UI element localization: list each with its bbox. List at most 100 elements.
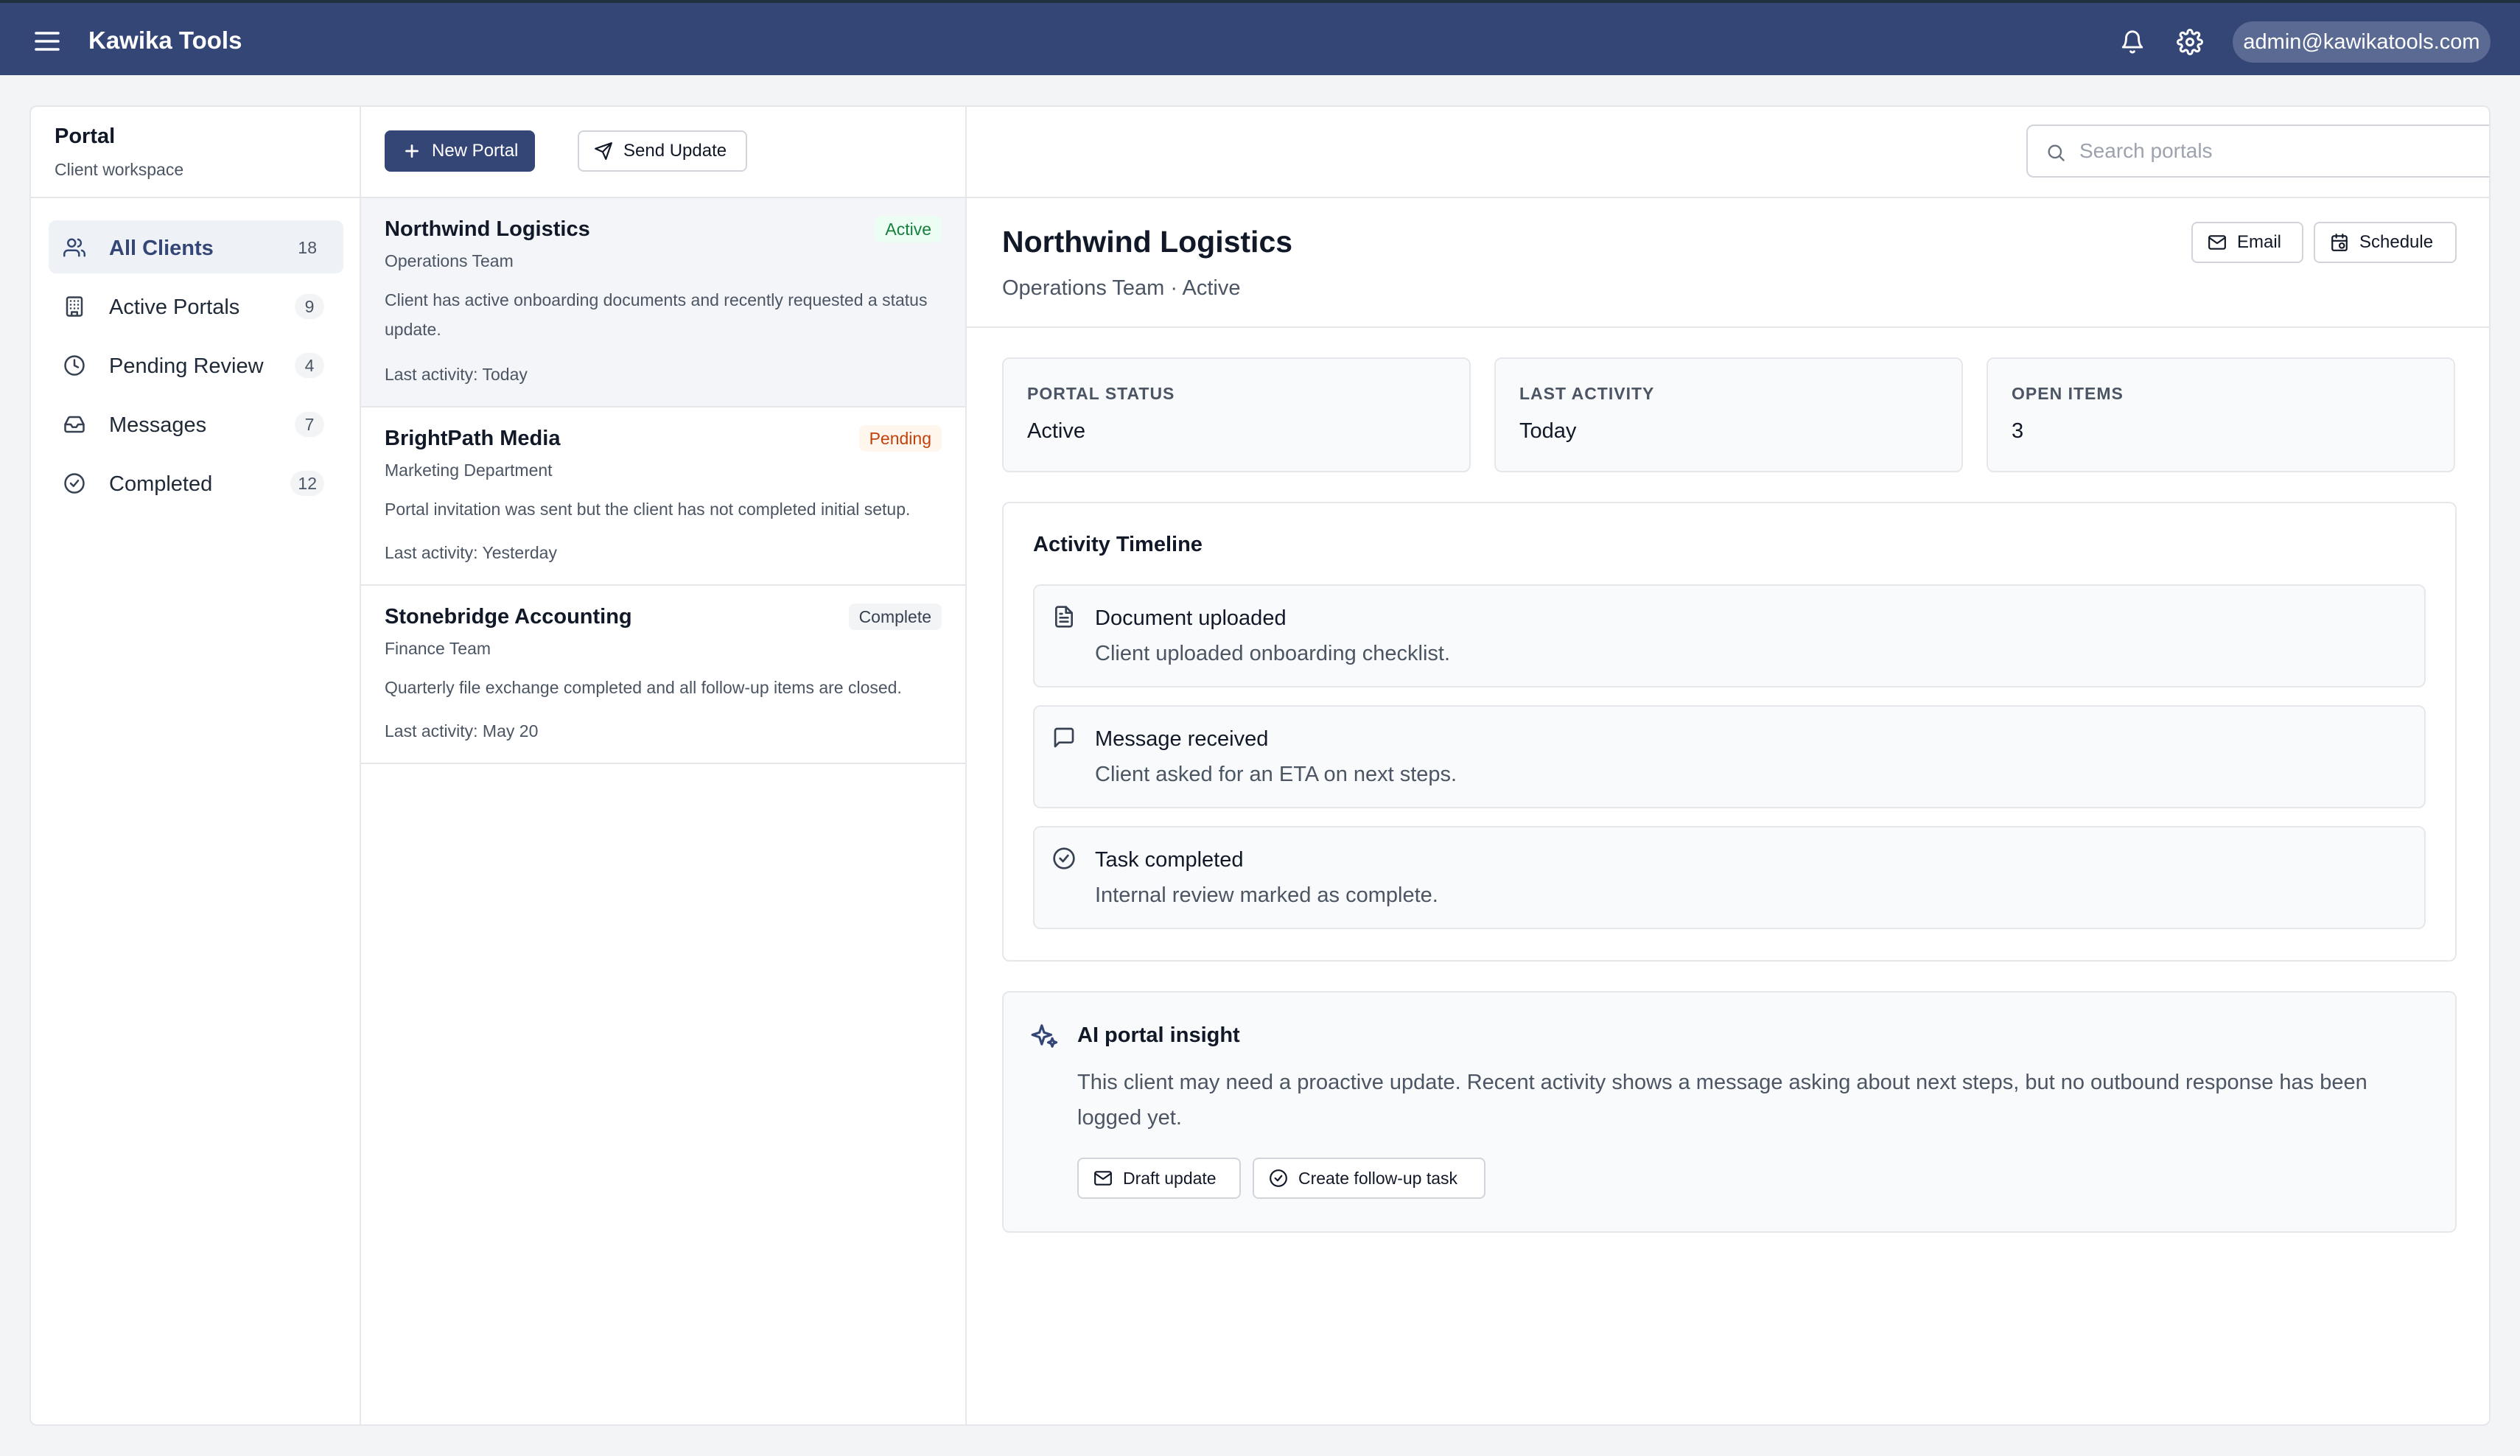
stat-value: 3 xyxy=(2012,419,2024,443)
search-box xyxy=(2026,125,2489,178)
detail-header: Northwind Logistics Operations Team · Ac… xyxy=(967,198,2489,328)
check-circle-icon xyxy=(1270,1169,1287,1187)
draft-update-button[interactable]: Draft update xyxy=(1077,1158,1241,1199)
email-label: Email xyxy=(2237,232,2282,252)
timeline-item-description: Client asked for an ETA on next steps. xyxy=(1095,763,1457,786)
client-card-stonebridge[interactable]: Stonebridge Accounting Complete Finance … xyxy=(361,586,965,764)
stat-label: OPEN ITEMS xyxy=(2012,384,2124,403)
sidebar-header: Portal Client workspace xyxy=(31,107,360,198)
inbox-icon xyxy=(64,416,85,433)
sidebar-item-label: Pending Review xyxy=(109,354,264,378)
client-card-brightpath[interactable]: BrightPath Media Pending Marketing Depar… xyxy=(361,407,965,586)
timeline-item-title: Document uploaded xyxy=(1095,606,1287,630)
sidebar-item-label: Active Portals xyxy=(109,295,240,319)
status-badge: Pending xyxy=(858,425,942,452)
building-icon xyxy=(66,296,83,317)
check-circle-icon xyxy=(64,473,85,494)
mail-icon xyxy=(2208,235,2226,250)
check-circle-icon xyxy=(1053,847,1075,869)
insight-text: This client may need a proactive update.… xyxy=(1077,1071,2367,1130)
sidebar-item-count: 18 xyxy=(298,237,317,257)
sidebar-item-completed[interactable]: Completed 12 xyxy=(49,456,343,509)
sidebar-item-all-clients[interactable]: All Clients 18 xyxy=(49,220,343,273)
stat-label: LAST ACTIVITY xyxy=(1519,384,1655,403)
sidebar-item-active-portals[interactable]: Active Portals 9 xyxy=(49,279,343,332)
stat-value: Today xyxy=(1519,419,1577,443)
sidebar-item-label: Messages xyxy=(109,413,207,437)
draft-update-label: Draft update xyxy=(1123,1168,1217,1188)
timeline-item-title: Task completed xyxy=(1095,848,1244,872)
sidebar-item-count: 12 xyxy=(290,471,324,496)
document-icon xyxy=(1055,606,1073,628)
client-card-northwind[interactable]: Northwind Logistics Active Operations Te… xyxy=(361,198,965,407)
client-description: Portal invitation was sent but the clien… xyxy=(385,500,911,519)
stat-card-portal-status: PORTAL STATUS Active xyxy=(1002,357,1471,472)
search-icon xyxy=(2048,144,2065,161)
user-account-button[interactable]: admin@kawikatools.com xyxy=(2233,21,2491,63)
ai-insight-panel: AI portal insight This client may need a… xyxy=(1002,991,2457,1233)
top-bar: Kawika Tools admin@kawikatools.com xyxy=(0,0,2520,75)
status-badge: Active xyxy=(875,216,942,242)
sidebar-item-label: Completed xyxy=(109,472,213,496)
clock-icon xyxy=(64,355,85,376)
client-name: Stonebridge Accounting xyxy=(385,605,632,629)
stat-card-open-items: OPEN ITEMS 3 xyxy=(1987,357,2455,472)
stat-value: Active xyxy=(1027,419,1085,443)
create-follow-up-task-button[interactable]: Create follow-up task xyxy=(1253,1158,1485,1199)
sidebar-item-count: 7 xyxy=(295,412,324,437)
sidebar-item-count: 4 xyxy=(295,353,324,378)
settings-button[interactable] xyxy=(2172,25,2208,59)
client-last-activity: Last activity: Yesterday xyxy=(385,543,557,562)
client-last-activity: Last activity: Today xyxy=(385,365,528,384)
schedule-button[interactable]: Schedule xyxy=(2314,222,2457,263)
insight-title: AI portal insight xyxy=(1077,1023,1240,1047)
client-name: Northwind Logistics xyxy=(385,217,590,241)
create-follow-up-task-label: Create follow-up task xyxy=(1298,1168,1458,1188)
sidebar: Portal Client workspace All Clients 18 A… xyxy=(31,107,361,1424)
timeline-item: Message received Client asked for an ETA… xyxy=(1033,705,2426,808)
timeline-item: Task completed Internal review marked as… xyxy=(1033,826,2426,929)
mail-icon xyxy=(1094,1171,1112,1186)
message-icon xyxy=(1054,727,1074,748)
detail-subtitle: Operations Team · Active xyxy=(1002,276,1241,300)
client-team: Marketing Department xyxy=(385,461,553,480)
timeline-item: Document uploaded Client uploaded onboar… xyxy=(1033,584,2426,687)
client-team: Operations Team xyxy=(385,251,514,270)
client-description: Client has active onboarding documents a… xyxy=(385,290,928,339)
timeline-item-title: Message received xyxy=(1095,727,1269,751)
stat-card-last-activity: LAST ACTIVITY Today xyxy=(1494,357,1963,472)
notifications-button[interactable] xyxy=(2115,25,2150,59)
sidebar-nav: All Clients 18 Active Portals 9 Pending … xyxy=(49,220,343,515)
sidebar-title: Portal xyxy=(55,125,116,148)
sidebar-item-count: 9 xyxy=(295,294,324,319)
calendar-clock-icon xyxy=(2331,234,2348,251)
sidebar-subtitle: Client workspace xyxy=(55,160,184,179)
gear-icon xyxy=(2177,29,2203,55)
timeline-item-description: Internal review marked as complete. xyxy=(1095,883,1438,907)
client-list: Northwind Logistics Active Operations Te… xyxy=(361,107,967,1424)
client-last-activity: Last activity: May 20 xyxy=(385,721,539,741)
sidebar-item-messages[interactable]: Messages 7 xyxy=(49,397,343,450)
hamburger-icon xyxy=(35,32,60,51)
client-description: Quarterly file exchange completed and al… xyxy=(385,678,902,697)
client-name: BrightPath Media xyxy=(385,427,561,450)
client-team: Finance Team xyxy=(385,639,491,658)
app-brand: Kawika Tools xyxy=(88,27,242,54)
email-button[interactable]: Email xyxy=(2191,222,2303,263)
menu-button[interactable] xyxy=(29,25,65,57)
timeline-title: Activity Timeline xyxy=(1033,533,1203,556)
users-icon xyxy=(63,238,85,257)
activity-timeline: Activity Timeline Document uploaded Clie… xyxy=(1002,502,2457,962)
bell-icon xyxy=(2121,30,2143,54)
timeline-item-description: Client uploaded onboarding checklist. xyxy=(1095,642,1451,665)
stat-label: PORTAL STATUS xyxy=(1027,384,1175,403)
sparkles-icon xyxy=(1031,1024,1058,1048)
portal-workspace: Portal Client workspace All Clients 18 A… xyxy=(29,105,2491,1426)
search-input[interactable] xyxy=(2079,135,2485,167)
client-detail: Northwind Logistics Operations Team · Ac… xyxy=(967,198,2489,1424)
schedule-label: Schedule xyxy=(2359,232,2434,252)
sidebar-item-pending-review[interactable]: Pending Review 4 xyxy=(49,338,343,391)
detail-title: Northwind Logistics xyxy=(1002,225,1293,259)
status-badge: Complete xyxy=(848,603,942,630)
sidebar-item-label: All Clients xyxy=(109,237,214,260)
